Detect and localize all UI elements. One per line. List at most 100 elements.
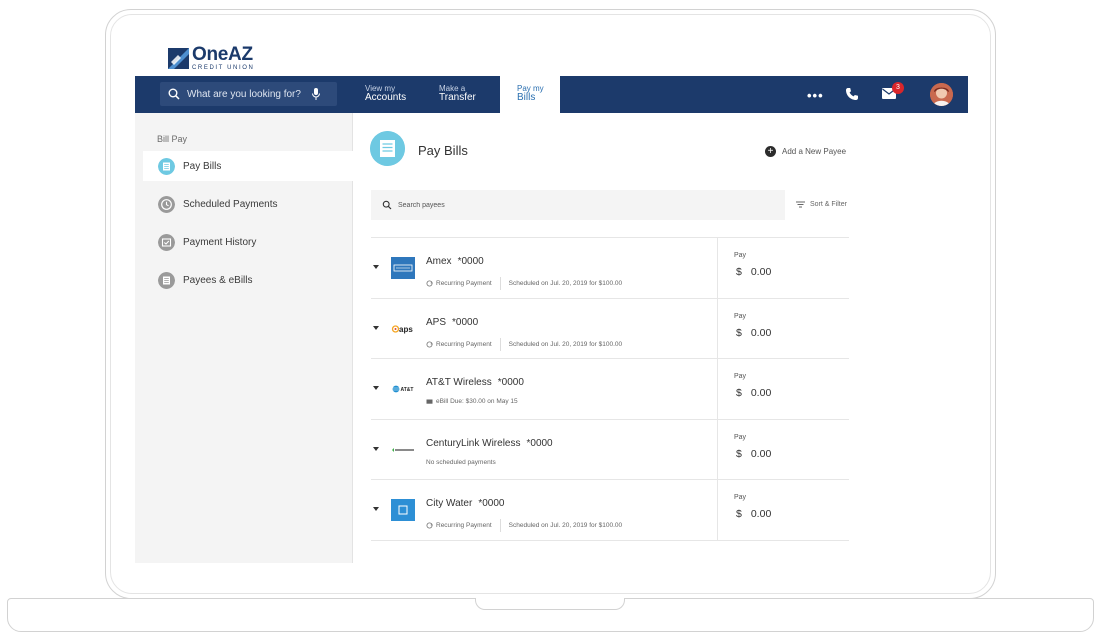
sidebar-item-scheduled-payments[interactable]: Scheduled Payments: [143, 189, 353, 219]
pay-amount-value: 0.00: [750, 266, 772, 278]
payee-name[interactable]: APS *0000: [426, 317, 478, 328]
pay-bills-icon: [158, 157, 175, 175]
payee-name[interactable]: Amex *0000: [426, 256, 484, 267]
user-avatar[interactable]: [930, 83, 953, 106]
aps-logo-icon: aps: [391, 325, 413, 334]
sort-filter-label: Sort & Filter: [810, 201, 847, 208]
plus-icon: +: [765, 146, 776, 157]
payee-search-input[interactable]: [398, 201, 698, 209]
laptop-mockup: OneAZ CREDIT UNION View my Acco: [0, 0, 1100, 640]
expand-caret-icon[interactable]: [373, 265, 379, 269]
mail-badge: 3: [892, 82, 904, 94]
payee-account: *0000: [526, 437, 553, 449]
pay-amount-input[interactable]: $0.00: [736, 448, 771, 460]
payee-name-text: CenturyLink Wireless: [426, 437, 521, 449]
expand-caret-icon[interactable]: [373, 386, 379, 390]
payee-status: No scheduled payments: [426, 458, 496, 466]
add-payee-label: Add a New Payee: [782, 147, 847, 156]
svg-text:AT&T: AT&T: [401, 387, 414, 393]
filter-icon: [796, 201, 805, 208]
centurylink-logo-icon: [392, 447, 414, 452]
pay-amount-input[interactable]: $0.00: [736, 508, 771, 520]
payee-schedule: Scheduled on Jul. 20, 2019 for $100.00: [508, 280, 623, 287]
pay-amount-value: 0.00: [750, 387, 772, 399]
pay-label: Pay: [734, 312, 747, 320]
recurring-icon: [426, 341, 433, 347]
add-payee-button[interactable]: + Add a New Payee: [765, 146, 846, 157]
svg-text:aps: aps: [399, 325, 413, 334]
payee-status: Recurring Payment: [436, 522, 492, 529]
payee-search[interactable]: [371, 190, 785, 220]
payee-schedule: Scheduled on Jul. 20, 2019 for $100.00: [508, 522, 623, 529]
recurring-icon: [426, 522, 433, 529]
payee-meta: Recurring Payment Scheduled on Jul. 20, …: [426, 519, 622, 532]
pay-label: Pay: [734, 494, 747, 501]
pay-amount-value: 0.00: [750, 447, 772, 460]
expand-caret-icon[interactable]: [373, 507, 379, 511]
payee-account: *0000: [497, 377, 524, 388]
nav-link-line2: Bills: [517, 92, 536, 104]
expand-caret-icon[interactable]: [373, 446, 379, 451]
search-icon: [168, 88, 180, 100]
pay-amount-input[interactable]: $0.00: [736, 327, 771, 339]
sidebar-item-payees-ebills[interactable]: Payees & eBills: [143, 265, 353, 295]
payee-row: City Water *0000 Recurring Payment Schedu…: [371, 479, 849, 541]
payee-list: Amex *0000 Recurring Payment Scheduled on…: [371, 237, 849, 541]
payee-name[interactable]: City Water *0000: [426, 498, 504, 509]
brand-name: OneAZ: [192, 44, 253, 65]
currency-symbol: $: [736, 508, 742, 520]
more-menu-icon[interactable]: •••: [807, 88, 824, 103]
payee-meta: Recurring Payment Scheduled on Jul. 20, …: [426, 277, 622, 290]
currency-symbol: $: [736, 326, 742, 339]
payee-account: *0000: [457, 256, 484, 267]
sidebar-item-label: Scheduled Payments: [183, 198, 278, 210]
payee-row: AT&T AT&T Wireless *0000 eBill Due: $30.0…: [371, 358, 849, 420]
payee-meta: eBill Due: $30.00 on May 15: [426, 398, 518, 405]
payee-name[interactable]: CenturyLink Wireless *0000: [426, 438, 553, 449]
sidebar-title: Bill Pay: [157, 134, 188, 144]
nav-view-accounts[interactable]: View my Accounts: [365, 84, 407, 104]
brand-subtitle: CREDIT UNION: [192, 65, 255, 71]
ebill-icon: [426, 399, 433, 404]
payee-name-text: Amex: [426, 256, 452, 267]
payee-row: CenturyLink Wireless *0000 No scheduled p…: [371, 418, 849, 480]
pay-label: Pay: [734, 433, 747, 441]
sidebar: Bill Pay Pay Bills Scheduled Payments Pa…: [135, 113, 353, 563]
history-icon: [158, 233, 175, 251]
sidebar-item-payment-history[interactable]: Payment History: [143, 227, 353, 257]
pay-amount-input[interactable]: $0.00: [736, 387, 771, 399]
att-logo-icon: AT&T: [392, 385, 414, 393]
payee-meta: Recurring Payment Scheduled on Jul. 20, …: [426, 337, 623, 351]
pay-label: Pay: [734, 252, 747, 259]
phone-icon[interactable]: [845, 87, 859, 101]
city-water-logo-icon: [391, 499, 415, 521]
oneaz-logo-icon: [168, 47, 189, 69]
payee-row: Amex *0000 Recurring Payment Scheduled on…: [371, 237, 849, 299]
nav-link-line2: Accounts: [365, 92, 407, 104]
search-icon: [382, 200, 392, 210]
sidebar-item-label: Payment History: [183, 236, 257, 248]
sidebar-item-label: Payees & eBills: [183, 274, 253, 286]
payee-schedule: Scheduled on Jul. 20, 2019 for $100.00: [508, 340, 623, 348]
sort-filter-button[interactable]: Sort & Filter: [796, 201, 847, 208]
pay-amount-input[interactable]: $0.00: [736, 266, 771, 278]
sidebar-item-pay-bills[interactable]: Pay Bills: [143, 151, 353, 181]
brand-logo[interactable]: OneAZ CREDIT UNION: [168, 44, 255, 71]
nav-make-transfer[interactable]: Make a Transfer: [439, 84, 476, 104]
amex-logo-icon: [391, 257, 415, 279]
clock-icon: [158, 195, 175, 213]
page-title: Pay Bills: [418, 143, 468, 158]
currency-symbol: $: [736, 447, 742, 460]
laptop-notch: [475, 598, 625, 610]
expand-caret-icon[interactable]: [373, 325, 379, 330]
sidebar-item-label: Pay Bills: [183, 160, 222, 172]
microphone-icon[interactable]: [311, 87, 321, 101]
global-search[interactable]: [160, 82, 337, 106]
nav-pay-bills[interactable]: Pay my Bills: [500, 76, 560, 113]
recurring-icon: [426, 280, 433, 287]
payee-name[interactable]: AT&T Wireless *0000: [426, 377, 524, 388]
payee-name-text: AT&T Wireless: [426, 377, 492, 388]
global-search-input[interactable]: [187, 88, 307, 100]
payee-name-text: APS: [426, 316, 447, 328]
payee-name-text: City Water: [426, 498, 473, 509]
